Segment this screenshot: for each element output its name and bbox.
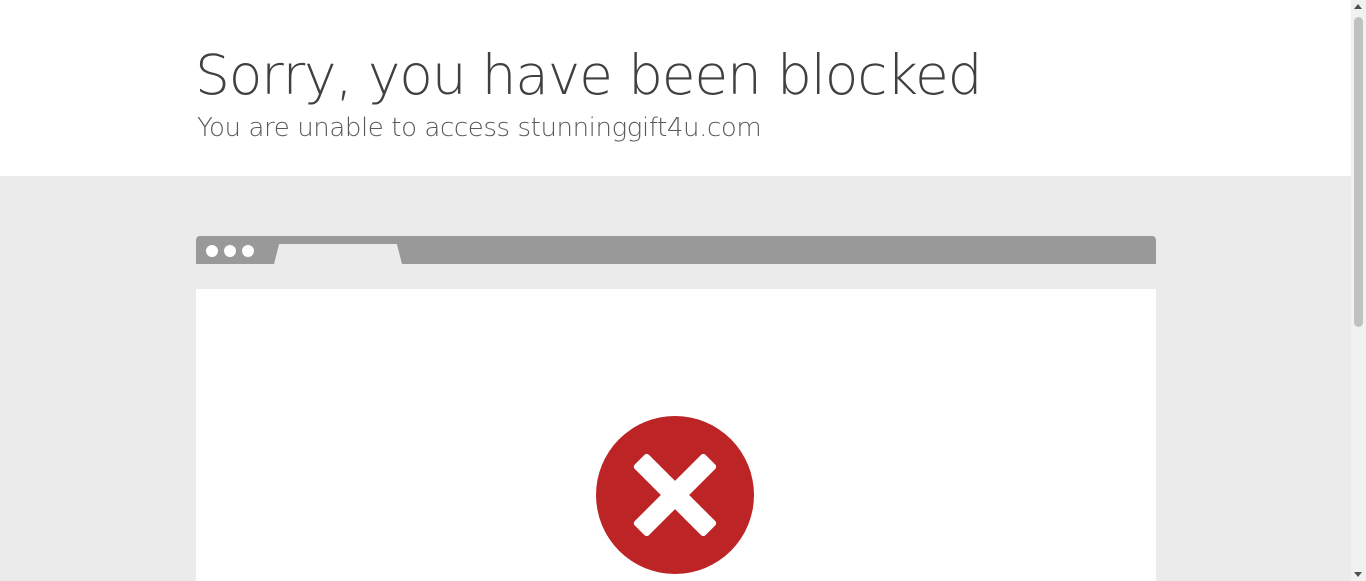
browser-tab [274, 244, 402, 264]
page-subtitle: You are unable to access stunninggift4u.… [197, 113, 762, 143]
x-circle-icon [596, 416, 754, 574]
scrollbar-thumb[interactable] [1354, 17, 1363, 327]
window-dot-icon [206, 245, 218, 257]
browser-topbar [196, 236, 1156, 264]
blocked-page: Sorry, you have been blocked You are una… [0, 0, 1366, 581]
page-title: Sorry, you have been blocked [195, 43, 983, 107]
browser-content [196, 289, 1156, 581]
scroll-down-arrow-icon[interactable] [1354, 572, 1362, 577]
browser-addressbar [196, 264, 1156, 289]
window-dot-icon [224, 245, 236, 257]
window-dot-icon [242, 245, 254, 257]
page-header: Sorry, you have been blocked You are una… [0, 0, 1351, 176]
browser-illustration [196, 236, 1156, 581]
vertical-scrollbar[interactable] [1351, 0, 1366, 581]
scroll-up-arrow-icon[interactable] [1354, 4, 1362, 9]
